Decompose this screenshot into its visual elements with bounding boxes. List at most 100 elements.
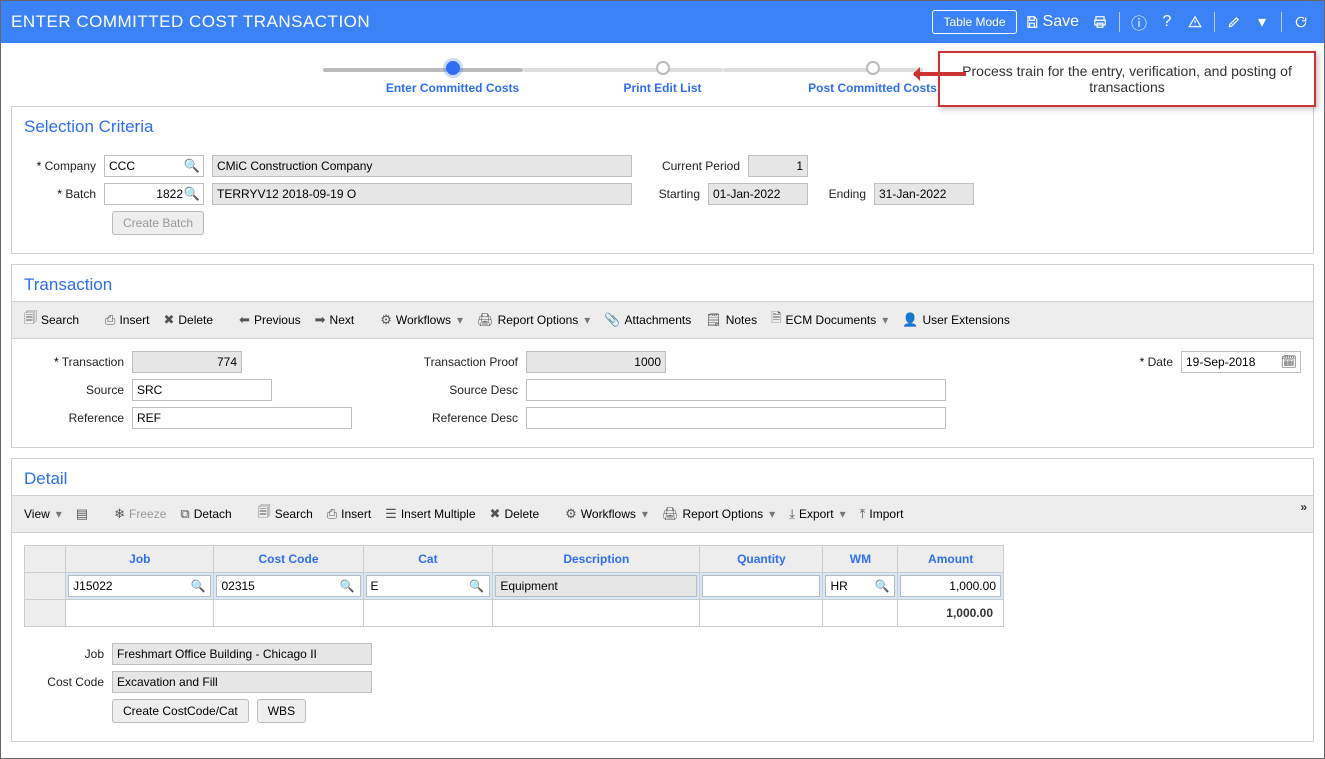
create-batch-button[interactable]: Create Batch [112, 211, 204, 235]
tb-freeze[interactable]: ❄Freeze [108, 503, 172, 525]
train-dot-icon [656, 61, 670, 75]
train-dot-active-icon [446, 61, 460, 75]
detail-table: Job Cost Code Cat Description Quantity W… [24, 545, 1004, 627]
arrow-left-icon: ⬅ [239, 312, 250, 328]
tb-attachments[interactable]: 📎Attachments [598, 309, 697, 331]
proof-value [526, 351, 666, 373]
tb-workflows[interactable]: ⚙Workflows▾ [374, 309, 469, 331]
company-input[interactable] [104, 155, 204, 177]
insert-icon: ⎙ [327, 506, 337, 522]
save-icon [1025, 15, 1039, 29]
table-mode-button[interactable]: Table Mode [932, 10, 1016, 34]
tb-view[interactable]: View▾ [18, 504, 68, 524]
selection-criteria-section: Selection Criteria Company 🔍 Current Per… [11, 106, 1314, 254]
job-desc-value [112, 643, 372, 665]
form-icon: ▤ [76, 506, 88, 522]
arrow-right-icon: ➡ [315, 312, 326, 328]
refdesc-label: Reference Desc [408, 411, 518, 425]
table-row[interactable]: 🔍 🔍 🔍 🔍 [25, 573, 1004, 600]
tb-insert[interactable]: ⎙Insert [99, 309, 155, 331]
date-input[interactable] [1181, 351, 1301, 373]
refresh-icon[interactable] [1288, 9, 1314, 35]
document-icon: 🗎 [771, 309, 781, 331]
transaction-section: Transaction 🗐Search ⎙Insert ✖Delete ⬅Pre… [11, 264, 1314, 448]
amount-input[interactable] [900, 575, 1001, 597]
col-costcode[interactable]: Cost Code [214, 546, 363, 573]
tb-userext[interactable]: 👤User Extensions [896, 309, 1016, 331]
col-job[interactable]: Job [66, 546, 214, 573]
period-value [748, 155, 808, 177]
print-icon[interactable] [1087, 9, 1113, 35]
gear-icon: ⚙ [565, 506, 577, 522]
sourcedesc-label: Source Desc [408, 383, 518, 397]
info-icon[interactable]: ⓘ [1126, 9, 1152, 35]
cc-desc-label: Cost Code [24, 675, 104, 689]
col-description[interactable]: Description [493, 546, 700, 573]
starting-value [708, 183, 808, 205]
tb-search[interactable]: 🗐Search [18, 306, 85, 334]
chevron-down-icon: ▾ [882, 313, 888, 327]
import-icon: ⤒ [860, 506, 866, 522]
col-quantity[interactable]: Quantity [700, 546, 823, 573]
col-cat[interactable]: Cat [363, 546, 493, 573]
detail-title: Detail [12, 459, 1313, 495]
tb-form-icon[interactable]: ▤ [70, 503, 94, 525]
overflow-icon[interactable]: » [1300, 500, 1307, 514]
tb-insertm[interactable]: ☰Insert Multiple [379, 503, 481, 525]
reference-label: Reference [24, 411, 124, 425]
dropdown-icon[interactable]: ▾ [1249, 9, 1275, 35]
costcode-input[interactable] [216, 575, 360, 597]
tb-import[interactable]: ⤒Import [854, 503, 910, 525]
delete-icon: ✖ [163, 312, 174, 328]
qty-input[interactable] [702, 575, 820, 597]
tb-search2[interactable]: 🗐Search [252, 500, 319, 528]
edit-icon[interactable] [1221, 9, 1247, 35]
tb-notes[interactable]: 🗒Notes [699, 309, 763, 331]
col-wm[interactable]: WM [823, 546, 898, 573]
save-button[interactable]: Save [1019, 9, 1085, 35]
search-icon: 🗐 [24, 309, 37, 331]
user-icon: 👤 [902, 312, 918, 328]
tb-report2[interactable]: 🖨Report Options▾ [656, 503, 781, 525]
annotation-callout: Process train for the entry, verificatio… [938, 51, 1316, 107]
reference-input[interactable] [132, 407, 352, 429]
cat-input[interactable] [366, 575, 491, 597]
col-amount[interactable]: Amount [898, 546, 1004, 573]
tb-delete2[interactable]: ✖Delete [484, 503, 546, 525]
batch-desc [212, 183, 632, 205]
create-costcode-button[interactable]: Create CostCode/Cat [112, 699, 249, 723]
train-step-enter[interactable]: Enter Committed Costs [348, 61, 558, 95]
proof-label: Transaction Proof [408, 355, 518, 369]
app-header: ENTER COMMITTED COST TRANSACTION Table M… [1, 1, 1324, 43]
selection-title: Selection Criteria [12, 107, 1313, 143]
train-step-print[interactable]: Print Edit List [558, 61, 768, 95]
source-input[interactable] [132, 379, 272, 401]
transaction-label: Transaction [24, 355, 124, 369]
report-icon: 🖨 [662, 506, 679, 522]
alert-icon[interactable] [1182, 9, 1208, 35]
tb-report[interactable]: 🖨Report Options▾ [471, 309, 596, 331]
tb-ecm[interactable]: 🗎ECM Documents▾ [765, 306, 894, 334]
tb-insert2[interactable]: ⎙Insert [321, 503, 377, 525]
sourcedesc-input[interactable] [526, 379, 946, 401]
batch-input[interactable] [104, 183, 204, 205]
tb-delete[interactable]: ✖Delete [157, 309, 219, 331]
tb-detach[interactable]: ⧉Detach [174, 503, 237, 525]
tb-next[interactable]: ➡Next [309, 309, 361, 331]
ending-value [874, 183, 974, 205]
batch-label: Batch [24, 187, 96, 201]
detail-section: Detail View▾ ▤ ❄Freeze ⧉Detach 🗐Search ⎙… [11, 458, 1314, 742]
wbs-button[interactable]: WBS [257, 699, 306, 723]
tb-export[interactable]: ⤓Export▾ [783, 503, 851, 525]
help-icon[interactable]: ? [1154, 9, 1180, 35]
tb-previous[interactable]: ⬅Previous [233, 309, 307, 331]
chevron-down-icon: ▾ [584, 313, 590, 327]
detail-toolbar: View▾ ▤ ❄Freeze ⧉Detach 🗐Search ⎙Insert … [12, 495, 1313, 533]
transaction-value [132, 351, 242, 373]
tb-workflows2[interactable]: ⚙Workflows▾ [559, 503, 654, 525]
attachment-icon: 📎 [604, 312, 620, 328]
wm-input[interactable] [825, 575, 895, 597]
job-input[interactable] [68, 575, 211, 597]
refdesc-input[interactable] [526, 407, 946, 429]
starting-label: Starting [640, 187, 700, 201]
